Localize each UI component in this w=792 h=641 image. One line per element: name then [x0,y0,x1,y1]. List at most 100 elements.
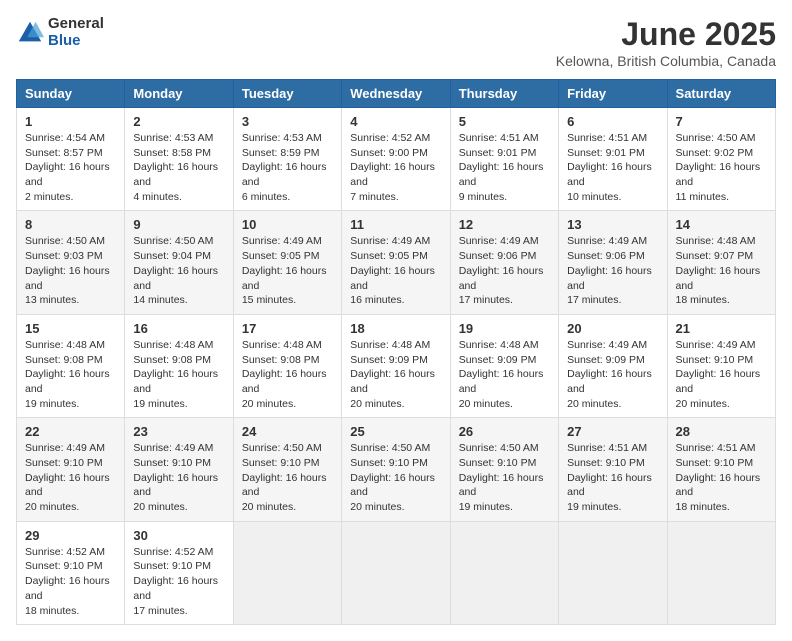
calendar-cell: 20 Sunrise: 4:49 AMSunset: 9:09 PMDaylig… [559,314,667,417]
day-number: 1 [25,114,116,129]
logo: General Blue [16,16,104,49]
calendar-cell: 9 Sunrise: 4:50 AMSunset: 9:04 PMDayligh… [125,211,233,314]
calendar-cell: 23 Sunrise: 4:49 AMSunset: 9:10 PMDaylig… [125,418,233,521]
calendar-cell: 28 Sunrise: 4:51 AMSunset: 9:10 PMDaylig… [667,418,775,521]
day-cell-content: Sunrise: 4:54 AMSunset: 8:57 PMDaylight:… [25,131,116,204]
calendar-cell: 7 Sunrise: 4:50 AMSunset: 9:02 PMDayligh… [667,108,775,211]
day-number: 25 [350,424,441,439]
day-number: 24 [242,424,333,439]
day-cell-content: Sunrise: 4:50 AMSunset: 9:10 PMDaylight:… [242,441,333,514]
calendar-cell: 1 Sunrise: 4:54 AMSunset: 8:57 PMDayligh… [17,108,125,211]
calendar-cell [450,521,558,624]
day-cell-content: Sunrise: 4:49 AMSunset: 9:09 PMDaylight:… [567,338,658,411]
calendar-cell [667,521,775,624]
calendar-cell: 25 Sunrise: 4:50 AMSunset: 9:10 PMDaylig… [342,418,450,521]
calendar-cell: 13 Sunrise: 4:49 AMSunset: 9:06 PMDaylig… [559,211,667,314]
day-number: 17 [242,321,333,336]
calendar-cell: 29 Sunrise: 4:52 AMSunset: 9:10 PMDaylig… [17,521,125,624]
day-number: 9 [133,217,224,232]
calendar-cell: 12 Sunrise: 4:49 AMSunset: 9:06 PMDaylig… [450,211,558,314]
header: General Blue June 2025 Kelowna, British … [16,16,776,69]
day-number: 30 [133,528,224,543]
day-cell-content: Sunrise: 4:53 AMSunset: 8:58 PMDaylight:… [133,131,224,204]
title-area: June 2025 Kelowna, British Columbia, Can… [556,16,776,69]
day-header-sunday: Sunday [17,80,125,108]
calendar-cell: 14 Sunrise: 4:48 AMSunset: 9:07 PMDaylig… [667,211,775,314]
day-number: 5 [459,114,550,129]
calendar-cell: 8 Sunrise: 4:50 AMSunset: 9:03 PMDayligh… [17,211,125,314]
day-header-tuesday: Tuesday [233,80,341,108]
day-cell-content: Sunrise: 4:48 AMSunset: 9:08 PMDaylight:… [242,338,333,411]
day-cell-content: Sunrise: 4:48 AMSunset: 9:08 PMDaylight:… [133,338,224,411]
day-cell-content: Sunrise: 4:50 AMSunset: 9:10 PMDaylight:… [350,441,441,514]
day-number: 21 [676,321,767,336]
calendar-cell: 11 Sunrise: 4:49 AMSunset: 9:05 PMDaylig… [342,211,450,314]
day-number: 12 [459,217,550,232]
day-header-monday: Monday [125,80,233,108]
day-number: 22 [25,424,116,439]
day-number: 10 [242,217,333,232]
subtitle: Kelowna, British Columbia, Canada [556,53,776,69]
day-number: 16 [133,321,224,336]
day-cell-content: Sunrise: 4:48 AMSunset: 9:09 PMDaylight:… [350,338,441,411]
day-cell-content: Sunrise: 4:49 AMSunset: 9:10 PMDaylight:… [25,441,116,514]
day-cell-content: Sunrise: 4:51 AMSunset: 9:01 PMDaylight:… [567,131,658,204]
calendar-week-row: 8 Sunrise: 4:50 AMSunset: 9:03 PMDayligh… [17,211,776,314]
calendar-cell: 5 Sunrise: 4:51 AMSunset: 9:01 PMDayligh… [450,108,558,211]
day-cell-content: Sunrise: 4:49 AMSunset: 9:06 PMDaylight:… [567,234,658,307]
day-number: 14 [676,217,767,232]
calendar-cell: 6 Sunrise: 4:51 AMSunset: 9:01 PMDayligh… [559,108,667,211]
day-number: 20 [567,321,658,336]
logo-blue: Blue [48,33,104,50]
calendar-cell: 16 Sunrise: 4:48 AMSunset: 9:08 PMDaylig… [125,314,233,417]
calendar-week-row: 15 Sunrise: 4:48 AMSunset: 9:08 PMDaylig… [17,314,776,417]
day-number: 23 [133,424,224,439]
logo-icon [16,19,44,47]
calendar-week-row: 29 Sunrise: 4:52 AMSunset: 9:10 PMDaylig… [17,521,776,624]
calendar-cell: 27 Sunrise: 4:51 AMSunset: 9:10 PMDaylig… [559,418,667,521]
day-header-wednesday: Wednesday [342,80,450,108]
day-cell-content: Sunrise: 4:51 AMSunset: 9:10 PMDaylight:… [567,441,658,514]
day-cell-content: Sunrise: 4:49 AMSunset: 9:10 PMDaylight:… [133,441,224,514]
calendar-cell [233,521,341,624]
day-cell-content: Sunrise: 4:50 AMSunset: 9:10 PMDaylight:… [459,441,550,514]
day-cell-content: Sunrise: 4:52 AMSunset: 9:00 PMDaylight:… [350,131,441,204]
calendar-cell: 30 Sunrise: 4:52 AMSunset: 9:10 PMDaylig… [125,521,233,624]
day-cell-content: Sunrise: 4:48 AMSunset: 9:09 PMDaylight:… [459,338,550,411]
day-header-saturday: Saturday [667,80,775,108]
day-cell-content: Sunrise: 4:49 AMSunset: 9:05 PMDaylight:… [242,234,333,307]
day-cell-content: Sunrise: 4:48 AMSunset: 9:08 PMDaylight:… [25,338,116,411]
day-cell-content: Sunrise: 4:49 AMSunset: 9:05 PMDaylight:… [350,234,441,307]
day-cell-content: Sunrise: 4:49 AMSunset: 9:10 PMDaylight:… [676,338,767,411]
day-cell-content: Sunrise: 4:51 AMSunset: 9:10 PMDaylight:… [676,441,767,514]
day-number: 29 [25,528,116,543]
day-header-thursday: Thursday [450,80,558,108]
calendar-cell: 18 Sunrise: 4:48 AMSunset: 9:09 PMDaylig… [342,314,450,417]
day-number: 6 [567,114,658,129]
calendar-table: SundayMondayTuesdayWednesdayThursdayFrid… [16,79,776,625]
day-number: 19 [459,321,550,336]
day-cell-content: Sunrise: 4:50 AMSunset: 9:03 PMDaylight:… [25,234,116,307]
day-number: 27 [567,424,658,439]
day-number: 11 [350,217,441,232]
calendar-week-row: 22 Sunrise: 4:49 AMSunset: 9:10 PMDaylig… [17,418,776,521]
day-header-friday: Friday [559,80,667,108]
logo-general: General [48,16,104,33]
day-number: 8 [25,217,116,232]
day-number: 3 [242,114,333,129]
day-number: 18 [350,321,441,336]
logo-text: General Blue [48,16,104,49]
calendar-cell: 19 Sunrise: 4:48 AMSunset: 9:09 PMDaylig… [450,314,558,417]
calendar-week-row: 1 Sunrise: 4:54 AMSunset: 8:57 PMDayligh… [17,108,776,211]
day-cell-content: Sunrise: 4:52 AMSunset: 9:10 PMDaylight:… [25,545,116,618]
calendar-cell: 24 Sunrise: 4:50 AMSunset: 9:10 PMDaylig… [233,418,341,521]
day-number: 26 [459,424,550,439]
calendar-cell: 22 Sunrise: 4:49 AMSunset: 9:10 PMDaylig… [17,418,125,521]
calendar-cell: 21 Sunrise: 4:49 AMSunset: 9:10 PMDaylig… [667,314,775,417]
day-number: 4 [350,114,441,129]
calendar-cell: 3 Sunrise: 4:53 AMSunset: 8:59 PMDayligh… [233,108,341,211]
calendar-cell: 2 Sunrise: 4:53 AMSunset: 8:58 PMDayligh… [125,108,233,211]
calendar-header-row: SundayMondayTuesdayWednesdayThursdayFrid… [17,80,776,108]
day-cell-content: Sunrise: 4:52 AMSunset: 9:10 PMDaylight:… [133,545,224,618]
day-cell-content: Sunrise: 4:49 AMSunset: 9:06 PMDaylight:… [459,234,550,307]
